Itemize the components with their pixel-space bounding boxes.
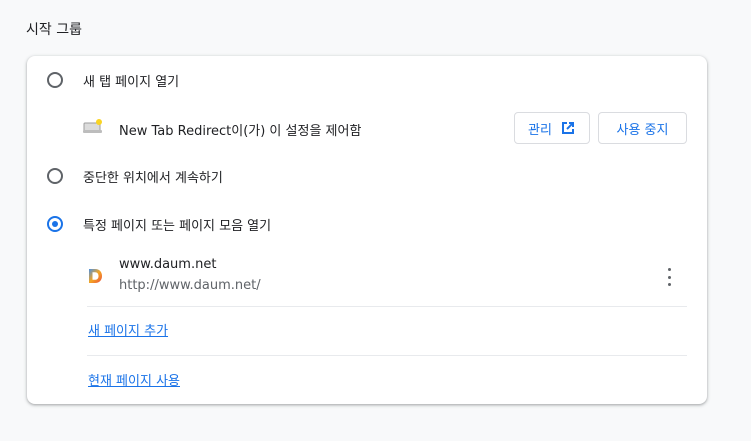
divider [87,306,687,307]
manage-label: 관리 [528,122,552,138]
add-new-page-link[interactable]: 새 페이지 추가 [88,320,168,339]
page-url: http://www.daum.net/ [119,278,261,293]
option-label: 새 탭 페이지 열기 [83,75,180,90]
daum-favicon [89,269,102,283]
radio-continue[interactable] [47,168,63,184]
option-label: 특정 페이지 또는 페이지 모음 열기 [83,219,272,234]
option-continue[interactable]: 중단한 위치에서 계속하기 [27,162,707,190]
radio-new-tab[interactable] [47,72,63,88]
divider [87,355,687,356]
option-specific-pages[interactable]: 특정 페이지 또는 페이지 모음 열기 [27,210,707,238]
startup-settings-card: 새 탭 페이지 열기 New Tab Redirect이(가) 이 설정을 제어… [27,56,707,404]
radio-specific-pages[interactable] [47,216,63,232]
page-name: www.daum.net [119,257,217,272]
disable-extension-button[interactable]: 사용 중지 [598,112,687,144]
startup-page-item: www.daum.net http://www.daum.net/ [27,254,707,300]
section-title: 시작 그룹 [26,22,82,38]
option-new-tab[interactable]: 새 탭 페이지 열기 [27,66,707,94]
open-in-new-icon [561,122,574,134]
extension-notice-text: New Tab Redirect이(가) 이 설정을 제어함 [119,124,362,139]
option-label: 중단한 위치에서 계속하기 [83,171,223,186]
extension-icon [83,119,102,133]
manage-button[interactable]: 관리 [514,112,590,144]
extension-notice: New Tab Redirect이(가) 이 설정을 제어함 관리 사용 중지 [27,112,707,144]
more-vert-icon[interactable] [661,267,677,287]
use-current-pages-link[interactable]: 현재 페이지 사용 [88,370,180,389]
